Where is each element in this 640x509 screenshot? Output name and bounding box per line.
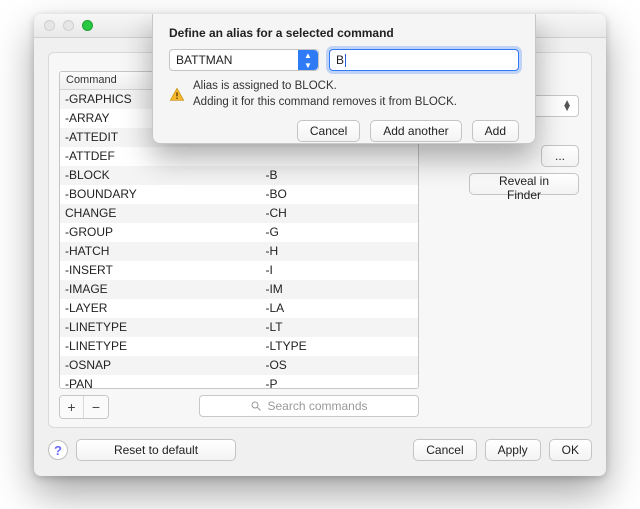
cell-alias: -I [260,261,418,280]
browse-button[interactable]: ... [541,145,579,167]
remove-button[interactable]: − [84,396,108,418]
cell-alias: -LA [260,299,418,318]
warning-icon [169,80,185,110]
cell-command: -PAN [60,375,260,389]
cell-command: -BOUNDARY [60,185,260,204]
table-row[interactable]: -INSERT-I [60,261,418,280]
table-row[interactable]: -BOUNDARY-BO [60,185,418,204]
chevron-updown-icon: ▲▼ [562,101,572,111]
alias-input[interactable]: B [329,49,519,71]
cell-alias [260,147,418,166]
cell-alias: -OS [260,356,418,375]
table-row[interactable]: -OSNAP-OS [60,356,418,375]
cell-command: -LAYER [60,299,260,318]
add-button[interactable]: + [60,396,84,418]
sheet-add-another-button[interactable]: Add another [370,120,461,142]
warning-line2: Adding it for this command removes it fr… [193,95,457,111]
footer-bar: ? Reset to default Cancel Apply OK [48,436,592,464]
search-placeholder: Search commands [267,399,367,413]
cell-alias: -B [260,166,418,185]
cell-alias: -CH [260,204,418,223]
command-combo-value: BATTMAN [176,53,232,67]
cell-alias: -H [260,242,418,261]
alias-input-value: B [336,53,344,67]
customize-window: Customize Define an alias for a selected… [34,14,606,476]
cell-alias: -G [260,223,418,242]
warning-row: Alias is assigned to BLOCK. Adding it fo… [169,79,519,110]
add-remove-group: + − [59,395,109,419]
table-row[interactable]: -GROUP-G [60,223,418,242]
apply-button[interactable]: Apply [485,439,541,461]
table-row[interactable]: CHANGE-CH [60,204,418,223]
command-combo[interactable]: BATTMAN ▲▼ [169,49,319,71]
cell-command: -BLOCK [60,166,260,185]
cell-command: -LINETYPE [60,318,260,337]
cell-command: CHANGE [60,204,260,223]
sheet-add-button[interactable]: Add [472,120,519,142]
help-icon[interactable]: ? [48,440,68,460]
search-icon [250,400,262,412]
table-row[interactable]: -ATTDEF [60,147,418,166]
cell-command: -LINETYPE [60,337,260,356]
reset-to-default-button[interactable]: Reset to default [76,439,236,461]
search-input[interactable]: Search commands [199,395,419,417]
sheet-cancel-button[interactable]: Cancel [297,120,360,142]
table-row[interactable]: -LAYER-LA [60,299,418,318]
sheet-headline: Define an alias for a selected command [169,26,519,40]
cell-alias: -P [260,375,418,389]
cell-command: -HATCH [60,242,260,261]
cell-command: -OSNAP [60,356,260,375]
cell-command: -GROUP [60,223,260,242]
chevron-updown-icon: ▲▼ [298,50,318,70]
cell-command: -IMAGE [60,280,260,299]
cell-alias: -IM [260,280,418,299]
table-row[interactable]: -BLOCK-B [60,166,418,185]
reveal-in-finder-button[interactable]: Reveal in Finder [469,173,579,195]
table-row[interactable]: -LINETYPE-LT [60,318,418,337]
text-caret [345,54,346,67]
cell-alias: -LTYPE [260,337,418,356]
cell-command: -INSERT [60,261,260,280]
table-row[interactable]: -LINETYPE-LTYPE [60,337,418,356]
table-row[interactable]: -HATCH-H [60,242,418,261]
cell-alias: -LT [260,318,418,337]
warning-line1: Alias is assigned to BLOCK. [193,79,457,95]
table-row[interactable]: -PAN-P [60,375,418,389]
cell-command: -ATTDEF [60,147,260,166]
cancel-button[interactable]: Cancel [413,439,476,461]
ok-button[interactable]: OK [549,439,592,461]
cell-alias: -BO [260,185,418,204]
table-row[interactable]: -IMAGE-IM [60,280,418,299]
alias-sheet: Define an alias for a selected command B… [152,14,536,144]
